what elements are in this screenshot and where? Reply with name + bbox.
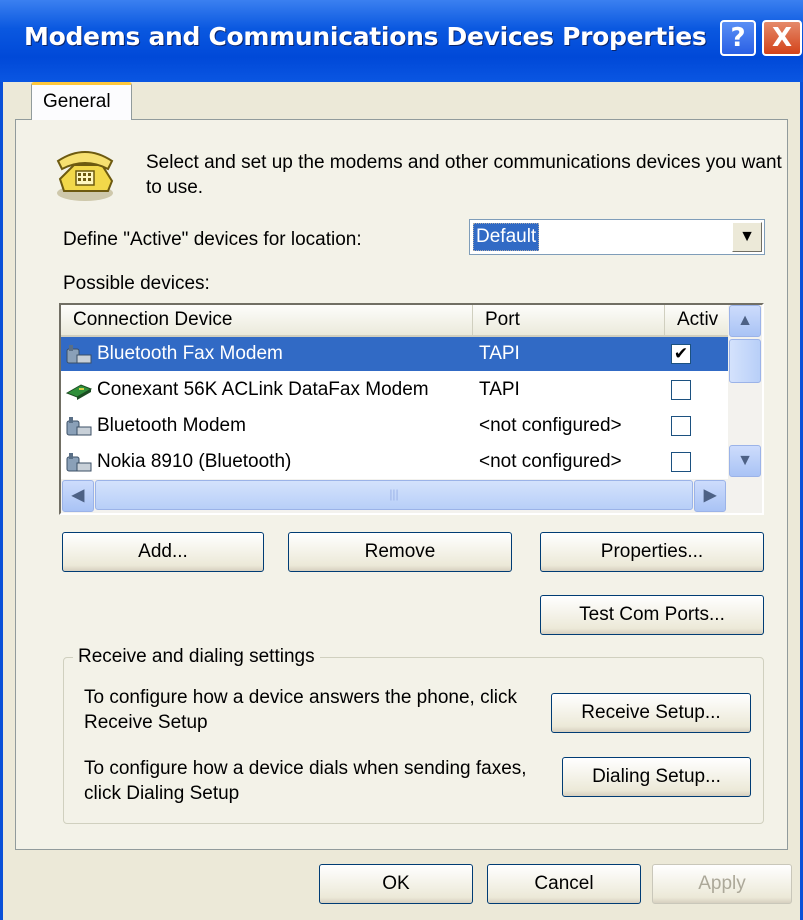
tab-general[interactable]: General [31,82,132,120]
scroll-left-icon[interactable]: ◀ [62,480,94,512]
vertical-scrollbar[interactable]: ▲ ▼ [728,305,762,479]
add-button[interactable]: Add... [62,532,264,572]
vertical-scroll-thumb[interactable] [729,339,761,383]
active-checkbox[interactable] [671,380,691,400]
active-checkbox[interactable] [671,416,691,436]
horizontal-scroll-thumb[interactable]: ||| [95,480,693,510]
location-dropdown-value: Default [473,223,540,251]
device-name: Bluetooth Modem [97,415,246,436]
possible-devices-label: Possible devices: [63,273,210,294]
remove-button[interactable]: Remove [288,532,512,572]
location-dropdown[interactable]: Default ▼ [469,219,765,255]
receive-description: To configure how a device answers the ph… [84,687,518,733]
table-row[interactable]: Bluetooth Modem <not configured> [61,409,731,443]
device-port: <not configured> [479,415,622,436]
device-name: Nokia 8910 (Bluetooth) [97,451,292,472]
window-title: Modems and Communications Devices Proper… [24,22,707,51]
title-bar[interactable]: Modems and Communications Devices Proper… [0,0,803,82]
bluetooth-modem-icon [65,415,93,439]
bluetooth-modem-icon [65,343,93,367]
receive-setup-button[interactable]: Receive Setup... [551,693,751,733]
active-checkbox[interactable]: ✔ [671,344,691,364]
devices-list[interactable]: Connection Device Port Activ Bluetooth F… [59,303,764,515]
device-port: <not configured> [479,451,622,472]
device-name: Conexant 56K ACLink DataFax Modem [97,379,429,400]
active-checkbox[interactable] [671,452,691,472]
test-com-ports-button[interactable]: Test Com Ports... [540,595,764,635]
properties-button[interactable]: Properties... [540,532,764,572]
column-header-port[interactable]: Port [473,305,665,335]
cancel-button[interactable]: Cancel [487,864,641,904]
apply-button: Apply [652,864,792,904]
intro-text: Select and set up the modems and other c… [146,152,782,198]
telephone-icon [56,151,114,201]
dialing-description: To configure how a device dials when sen… [84,758,527,804]
table-row[interactable]: Conexant 56K ACLink DataFax Modem TAPI [61,373,731,407]
column-header-active[interactable]: Activ [665,305,731,335]
close-button[interactable]: X [762,20,802,56]
group-title: Receive and dialing settings [73,646,320,668]
table-row[interactable]: Bluetooth Fax Modem TAPI ✔ [61,337,731,371]
location-label: Define "Active" devices for location: [63,229,362,250]
window-border-left [0,82,3,920]
scroll-up-icon[interactable]: ▲ [729,305,761,337]
scroll-right-icon[interactable]: ▶ [694,480,726,512]
device-port: TAPI [479,343,520,364]
scroll-down-icon[interactable]: ▼ [729,445,761,477]
bluetooth-modem-icon [65,451,93,475]
column-header-device[interactable]: Connection Device [61,305,473,335]
list-header: Connection Device Port Activ [61,305,731,337]
device-port: TAPI [479,379,520,400]
modem-card-icon [65,379,93,403]
horizontal-scrollbar[interactable]: ◀ ||| ▶ [61,479,762,513]
ok-button[interactable]: OK [319,864,473,904]
table-row[interactable]: Nokia 8910 (Bluetooth) <not configured> [61,445,731,479]
tab-general-label: General [43,91,111,112]
dialing-setup-button[interactable]: Dialing Setup... [562,757,751,797]
help-button[interactable]: ? [720,20,756,56]
dropdown-arrow-icon[interactable]: ▼ [732,222,762,252]
device-name: Bluetooth Fax Modem [97,343,283,364]
